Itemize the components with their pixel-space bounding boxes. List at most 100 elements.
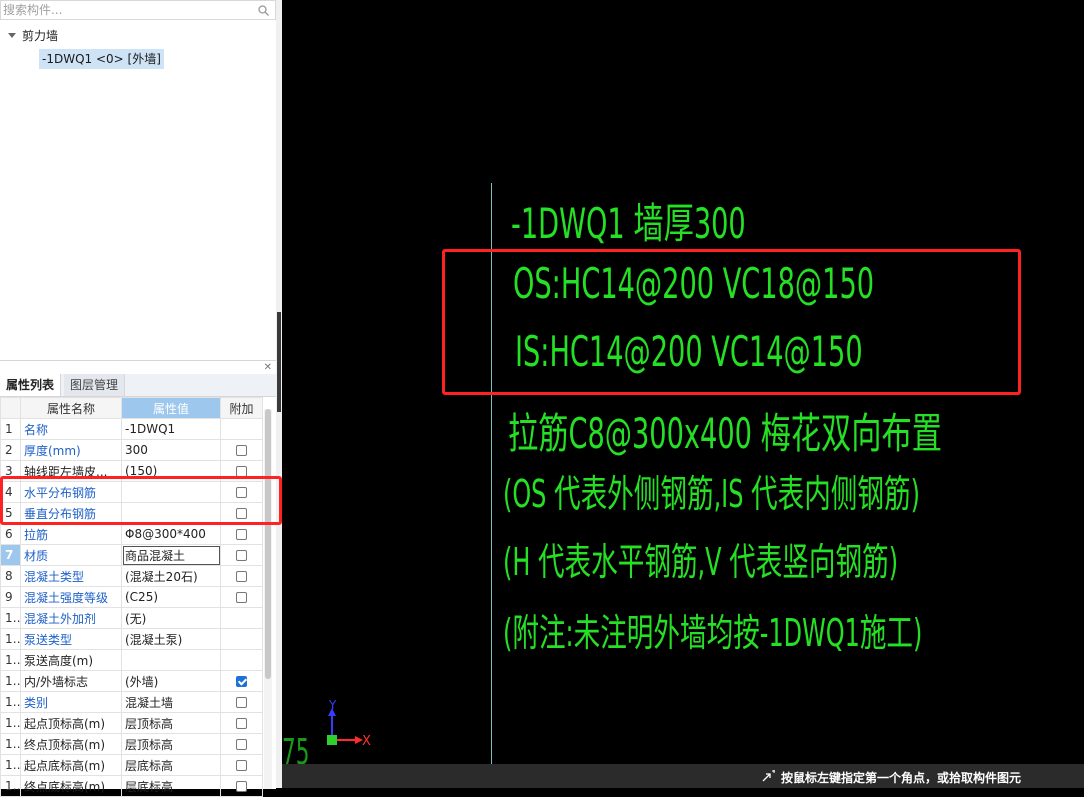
extra-checkbox[interactable] (236, 739, 247, 750)
header-property-name[interactable]: 属性名称 (20, 397, 122, 419)
property-extra (220, 649, 263, 671)
property-extra (220, 607, 263, 629)
cad-text-note-h-v[interactable]: (H 代表水平钢筋,V 代表竖向钢筋) (503, 531, 898, 586)
property-extra (220, 418, 263, 440)
property-scrollbar[interactable] (264, 409, 272, 789)
extra-checkbox[interactable] (236, 571, 247, 582)
row-number: 10 (0, 607, 21, 629)
cad-text-note-os-is[interactable]: (OS 代表外侧钢筋,IS 代表内侧钢筋) (503, 463, 920, 518)
table-row[interactable]: 16 终点顶标高(m) 层顶标高 (0, 733, 263, 755)
property-value[interactable]: 300 (121, 439, 221, 461)
cad-text-outer-rebar[interactable]: OS:HC14@200 VC18@150 (513, 259, 874, 308)
property-value[interactable]: (外墙) (121, 670, 221, 692)
property-name: 混凝土类型 (20, 565, 122, 587)
property-table: 属性名称 属性值 附加 1 名称 -1DWQ1 2 厚度(mm) 300 3 轴线距左墙皮..… (0, 397, 263, 797)
row-number: 17 (0, 754, 21, 776)
extra-checkbox[interactable] (236, 487, 247, 498)
table-row[interactable]: 1 名称 -1DWQ1 (0, 418, 263, 440)
property-value[interactable]: (混凝土泵) (121, 628, 221, 650)
cad-text-note-appendix[interactable]: (附注:未注明外墙均按-1DWQ1施工) (503, 602, 922, 657)
property-name: 类别 (20, 691, 122, 713)
extra-checkbox[interactable] (236, 781, 247, 792)
property-value[interactable]: 层顶标高 (121, 712, 221, 734)
property-extra (220, 733, 263, 755)
table-row[interactable]: 14 类别 混凝土墙 (0, 691, 263, 713)
axis-y-label: Y (329, 698, 337, 712)
property-extra (220, 481, 263, 503)
property-value[interactable]: (C25) (121, 586, 221, 608)
property-value[interactable]: (混凝土20石) (121, 565, 221, 587)
search-input[interactable] (3, 2, 253, 18)
property-name: 起点底标高(m) (20, 754, 122, 776)
cad-text-wall-name[interactable]: -1DWQ1 墙厚300 (511, 190, 746, 251)
cad-text-tie-bar[interactable]: 拉筋C8@300x400 梅花双向布置 (508, 400, 942, 461)
table-row[interactable]: 13 内/外墙标志 (外墙) (0, 670, 263, 692)
close-icon[interactable]: ✕ (264, 362, 272, 374)
table-row[interactable]: 15 起点顶标高(m) 层顶标高 (0, 712, 263, 734)
left-scrollbar-thumb[interactable] (277, 312, 281, 412)
property-name: 泵送类型 (20, 628, 122, 650)
property-value[interactable]: 层底标高 (121, 754, 221, 776)
table-row[interactable]: 10 混凝土外加剂 (无) (0, 607, 263, 629)
table-row[interactable]: 4 水平分布钢筋 (0, 481, 263, 503)
property-value[interactable]: 混凝土墙 (121, 691, 221, 713)
property-name: 终点顶标高(m) (20, 733, 122, 755)
header-extra[interactable]: 附加 (220, 397, 263, 419)
property-value[interactable]: (150) (121, 460, 221, 482)
row-number: 15 (0, 712, 21, 734)
extra-checkbox[interactable] (236, 508, 247, 519)
property-extra (220, 523, 263, 545)
row-number: 13 (0, 670, 21, 692)
table-row[interactable]: 5 垂直分布钢筋 (0, 502, 263, 524)
property-value[interactable] (121, 481, 221, 503)
property-name: 材质 (20, 544, 122, 566)
property-scrollbar-thumb[interactable] (265, 409, 271, 679)
property-value[interactable] (121, 502, 221, 524)
tree-item-selected[interactable]: -1DWQ1 <0> [外墙] (39, 49, 164, 69)
extra-checkbox[interactable] (236, 466, 247, 477)
extra-checkbox[interactable] (236, 445, 247, 456)
property-value[interactable]: -1DWQ1 (121, 418, 221, 440)
property-extra (220, 544, 263, 566)
table-row[interactable]: 11 泵送类型 (混凝土泵) (0, 628, 263, 650)
search-icon[interactable] (258, 5, 269, 16)
property-name: 轴线距左墙皮... (20, 460, 122, 482)
extra-checkbox[interactable] (236, 718, 247, 729)
table-row[interactable]: 18 终点底标高(m) 层底标高 (0, 775, 263, 797)
cad-text-inner-rebar[interactable]: IS:HC14@200 VC14@150 (515, 327, 863, 376)
extra-checkbox[interactable] (236, 529, 247, 540)
search-box[interactable] (0, 0, 276, 20)
table-row[interactable]: 2 厚度(mm) 300 (0, 439, 263, 461)
header-property-value[interactable]: 属性值 (121, 397, 221, 419)
property-value[interactable]: Φ8@300*400 (121, 523, 221, 545)
tree-group-label: 剪力墙 (22, 28, 59, 43)
property-name: 垂直分布钢筋 (20, 502, 122, 524)
property-value[interactable] (121, 649, 221, 671)
table-row[interactable]: 12 泵送高度(m) (0, 649, 263, 671)
extra-checkbox[interactable] (236, 697, 247, 708)
tab-property-list[interactable]: 属性列表 (0, 374, 62, 396)
property-name: 混凝土强度等级 (20, 586, 122, 608)
table-row[interactable]: 3 轴线距左墙皮... (150) (0, 460, 263, 482)
tab-layer-management[interactable]: 图层管理 (64, 374, 126, 396)
property-value[interactable]: 层顶标高 (121, 733, 221, 755)
table-row[interactable]: 17 起点底标高(m) 层底标高 (0, 754, 263, 776)
tree-group-shear-wall[interactable]: 剪力墙 (8, 26, 58, 44)
extra-checkbox[interactable] (236, 592, 247, 603)
table-row[interactable]: 7 材质 商品混凝土 (0, 544, 263, 566)
component-tree: 剪力墙 -1DWQ1 <0> [外墙] (0, 21, 276, 351)
property-value[interactable]: 商品混凝土 (121, 544, 221, 566)
property-extra (220, 775, 263, 797)
extra-checkbox[interactable] (236, 760, 247, 771)
property-value[interactable]: 层底标高 (121, 775, 221, 797)
extra-checkbox[interactable] (236, 550, 247, 561)
property-name: 拉筋 (20, 523, 122, 545)
caret-down-icon[interactable] (8, 32, 16, 38)
property-table-body: 1 名称 -1DWQ1 2 厚度(mm) 300 3 轴线距左墙皮... (150) 4 水平分布钢… (0, 418, 263, 797)
table-row[interactable]: 8 混凝土类型 (混凝土20石) (0, 565, 263, 587)
property-value[interactable]: (无) (121, 607, 221, 629)
table-row[interactable]: 6 拉筋 Φ8@300*400 (0, 523, 263, 545)
extra-checkbox[interactable] (236, 676, 247, 687)
row-number: 5 (0, 502, 21, 524)
table-row[interactable]: 9 混凝土强度等级 (C25) (0, 586, 263, 608)
